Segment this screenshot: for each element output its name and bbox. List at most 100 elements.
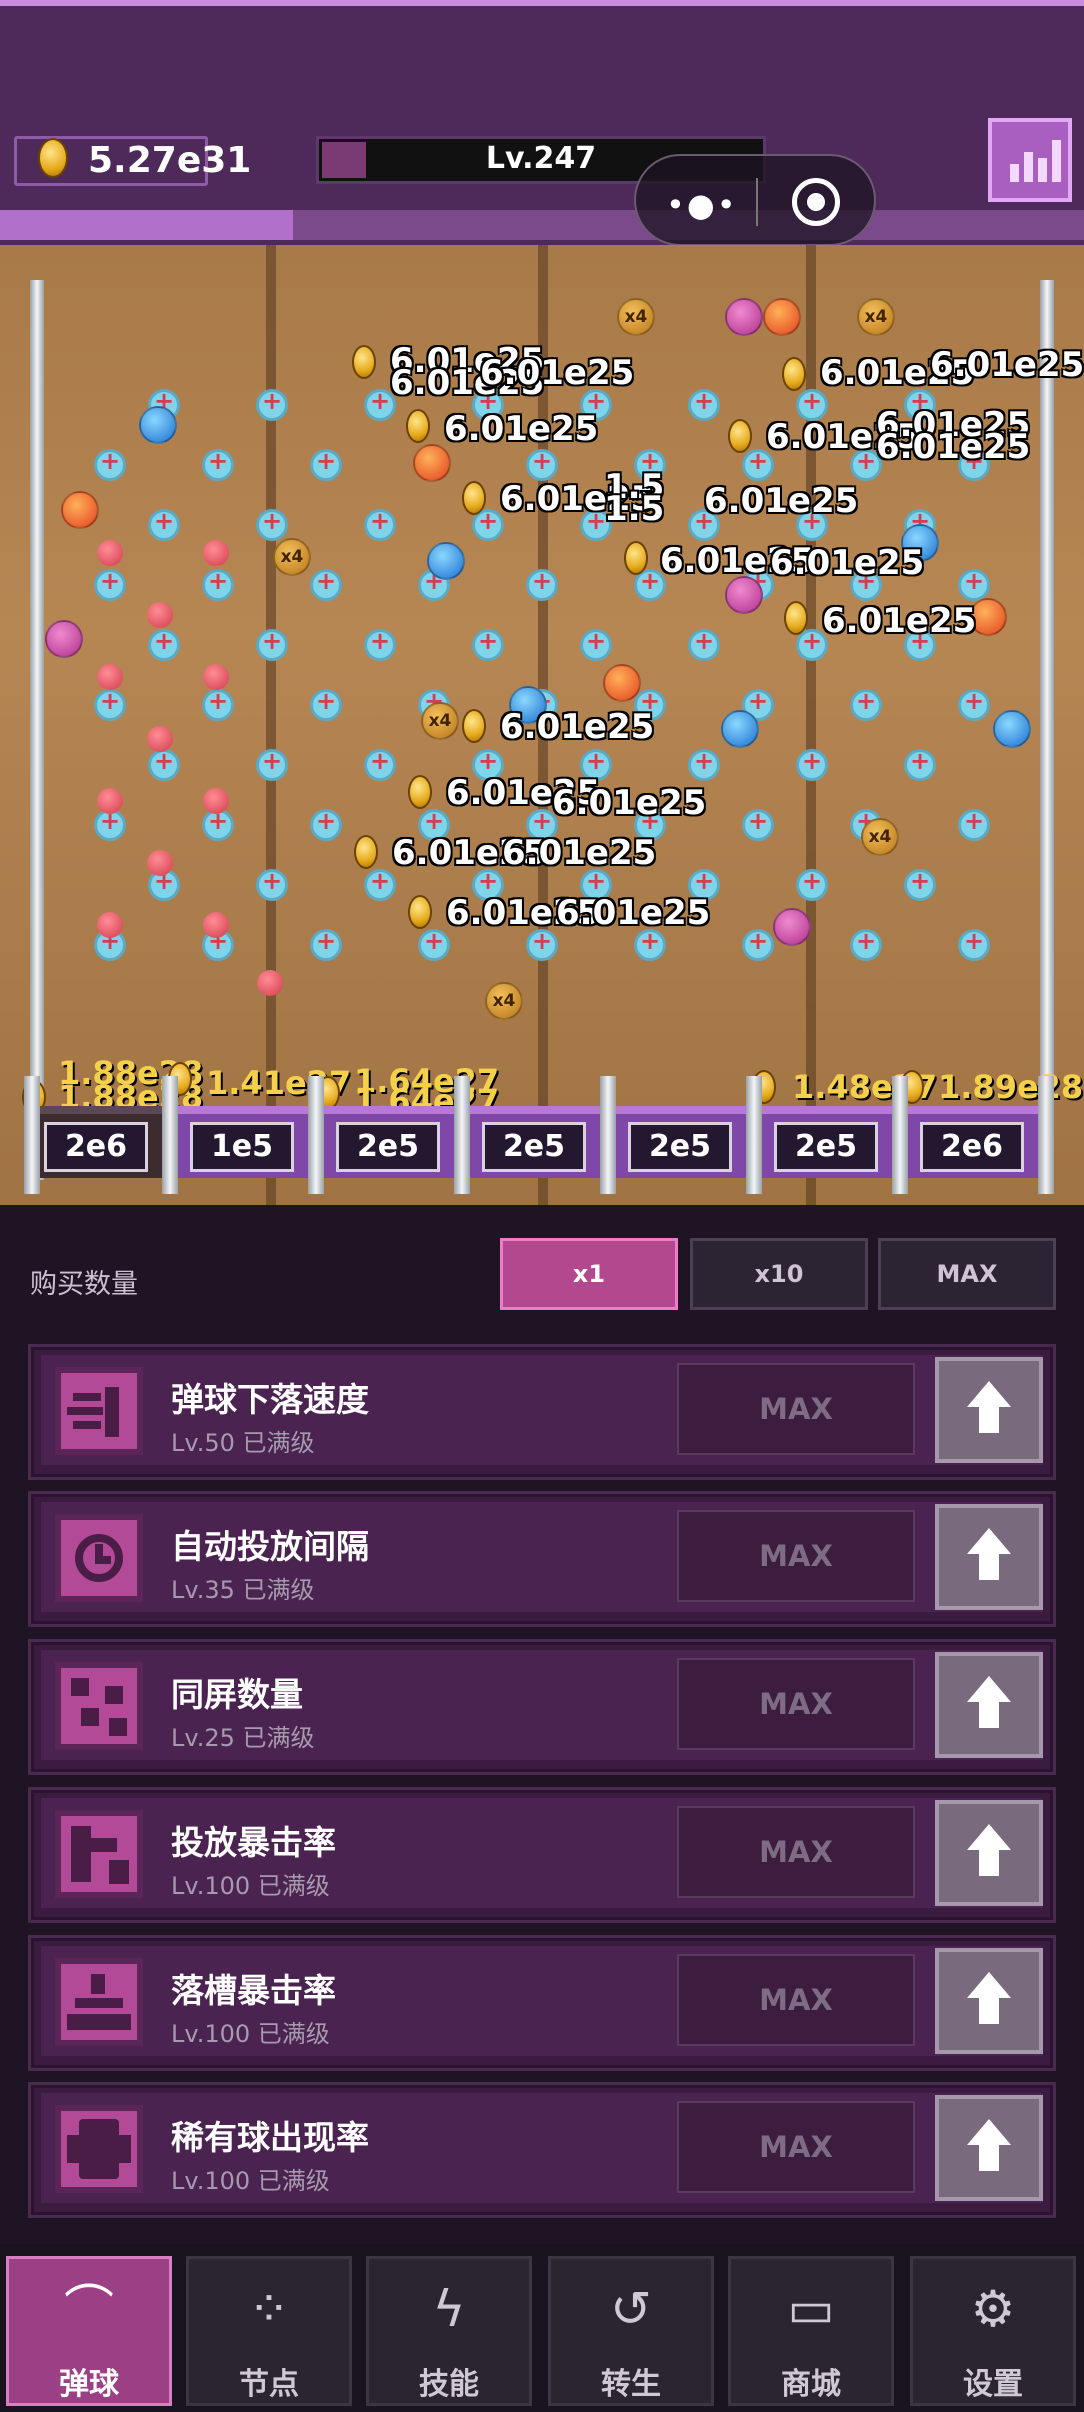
magic-orb-icon [45, 620, 83, 658]
upgrade-level: Lv.100 已满级 [171, 2167, 330, 2195]
drop-speed-icon [55, 1367, 143, 1455]
shop-icon: ▭ [787, 2280, 835, 2338]
arrow-up-icon [967, 1381, 1011, 1441]
peg [688, 627, 720, 661]
qty-x1-button[interactable]: x1 [500, 1238, 678, 1310]
upgrade-button[interactable] [935, 1652, 1043, 1758]
crit-lightning-icon [55, 1810, 143, 1898]
payout-popup: 6.01e25 [480, 353, 635, 393]
peg [310, 807, 342, 841]
nav-shop[interactable]: ▭ 商城 [728, 2256, 894, 2406]
coin-icon [624, 541, 648, 575]
peg [418, 927, 450, 961]
multiplier-orb: x4 [857, 298, 895, 336]
upgrade-card-screen-count: 同屏数量 Lv.25 已满级 MAX [28, 1639, 1056, 1775]
payout-popup: 6.01e25 [556, 893, 711, 933]
coin-icon [352, 345, 376, 379]
bin-value: 2e5 [482, 1122, 586, 1172]
nav-settings[interactable]: ⚙ 设置 [910, 2256, 1076, 2406]
peg [310, 687, 342, 721]
nav-rebirth[interactable]: ↺ 转生 [548, 2256, 714, 2406]
nav-label: 技能 [419, 2367, 479, 2402]
nav-nodes[interactable]: ⁘ 节点 [186, 2256, 352, 2406]
upgrade-button[interactable] [935, 2095, 1043, 2201]
lightning-orb-icon [139, 406, 177, 444]
peg [148, 747, 180, 781]
upgrade-card-slot-crit: 落槽暴击率 Lv.100 已满级 MAX [28, 1935, 1056, 2071]
peg [688, 387, 720, 421]
bumper-dot [257, 970, 283, 996]
clock-icon [55, 1514, 143, 1602]
magic-orb-icon [725, 298, 763, 336]
coin-icon [728, 419, 752, 453]
coin-value: 5.27e31 [88, 140, 252, 181]
multiplier-orb: x4 [485, 982, 523, 1020]
close-target-icon[interactable] [792, 178, 840, 226]
arrow-up-icon [967, 1528, 1011, 1588]
bin-value: 2e5 [774, 1122, 878, 1172]
qty-x10-button[interactable]: x10 [690, 1238, 868, 1310]
nav-label: 节点 [239, 2367, 299, 2402]
peg [148, 627, 180, 661]
peg [310, 927, 342, 961]
upgrade-status: MAX [677, 1658, 915, 1750]
magic-orb-icon [725, 576, 763, 614]
coin-icon [38, 138, 68, 178]
peg [94, 567, 126, 601]
peg [364, 747, 396, 781]
upgrade-button[interactable] [935, 1357, 1043, 1463]
frost-orb-icon [427, 542, 465, 580]
bin-value: 2e5 [628, 1122, 732, 1172]
peg [94, 687, 126, 721]
payout-bin: 2e5 [320, 1106, 456, 1178]
bumper-dot [97, 540, 123, 566]
stats-bar-icon [1052, 140, 1061, 182]
upgrade-status: MAX [677, 1510, 915, 1602]
nav-skills[interactable]: ϟ 技能 [366, 2256, 532, 2406]
payout-bins: 2e6 1e5 2e5 2e5 2e5 2e5 2e6 [24, 1076, 1054, 1196]
bin-value: 2e6 [920, 1122, 1024, 1172]
upgrade-title: 稀有球出现率 [171, 2118, 369, 2157]
upgrade-status: MAX [677, 1363, 915, 1455]
upgrade-button[interactable] [935, 1800, 1043, 1906]
payout-bin: 2e6 [904, 1106, 1040, 1178]
peg [958, 567, 990, 601]
bottom-nav: ⌒ 弹球 ⁘ 节点 ϟ 技能 ↺ 转生 ▭ 商城 ⚙ 设置 [0, 2244, 1084, 2412]
peg [850, 687, 882, 721]
nav-pinball[interactable]: ⌒ 弹球 [6, 2256, 172, 2406]
multiplier-orb: x4 [273, 538, 311, 576]
multiplier-orb: x4 [617, 298, 655, 336]
stats-button[interactable] [988, 118, 1072, 202]
purchase-quantity-label: 购买数量 [30, 1269, 138, 1300]
more-icon[interactable]: •●• [666, 186, 738, 224]
payout-bin: 2e5 [758, 1106, 894, 1178]
bin-divider [600, 1076, 616, 1194]
payout-bin: 2e5 [466, 1106, 602, 1178]
peg [580, 627, 612, 661]
upgrade-title: 自动投放间隔 [171, 1527, 369, 1566]
peg [256, 387, 288, 421]
coin-icon [408, 895, 432, 929]
upgrade-title: 投放暴击率 [171, 1823, 336, 1862]
peg [688, 747, 720, 781]
payout-popup: 6.01e25 [770, 543, 925, 583]
nav-label: 商城 [781, 2367, 841, 2402]
coin-icon [462, 481, 486, 515]
peg [742, 807, 774, 841]
peg [256, 627, 288, 661]
bin-divider [454, 1076, 470, 1194]
qty-max-button[interactable]: MAX [878, 1238, 1056, 1310]
pinball-icon: ⌒ [64, 2280, 114, 2338]
bumper-dot [203, 664, 229, 690]
upgrade-button[interactable] [935, 1504, 1043, 1610]
upgrade-button[interactable] [935, 1948, 1043, 2054]
nodes-icon: ⁘ [248, 2280, 290, 2338]
peg [310, 567, 342, 601]
coin-icon [782, 357, 806, 391]
peg [202, 447, 234, 481]
payout-popup: 6.01e25 [444, 409, 599, 449]
bin-value: 2e5 [336, 1122, 440, 1172]
top-hud: 5.27e31 Lv.247 •●• [0, 0, 1084, 246]
gear-icon: ⚙ [970, 2280, 1016, 2338]
upgrade-card-auto-interval: 自动投放间隔 Lv.35 已满级 MAX [28, 1491, 1056, 1627]
